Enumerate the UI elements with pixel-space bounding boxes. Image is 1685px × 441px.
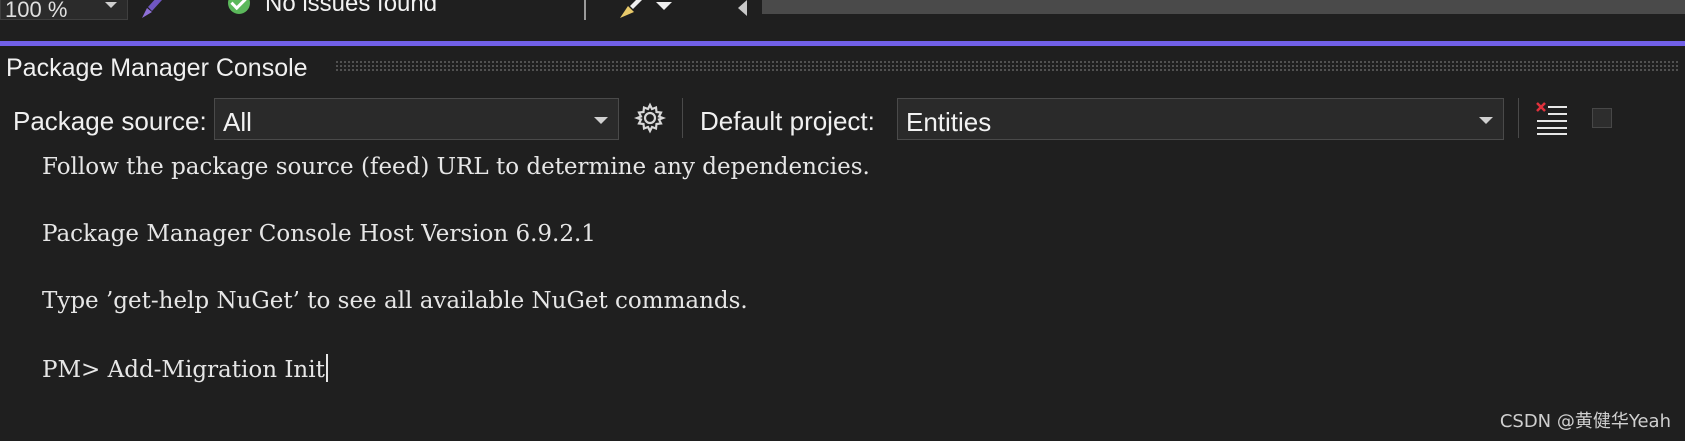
default-project-select[interactable]: Entities <box>897 98 1504 140</box>
console-output[interactable]: Follow the package source (feed) URL to … <box>0 146 1685 441</box>
watermark: CSDN @黄健华Yeah <box>1499 411 1671 432</box>
horizontal-scrollbar[interactable] <box>762 0 1685 14</box>
chevron-down-icon <box>594 117 608 124</box>
package-source-select[interactable]: All <box>214 98 619 140</box>
package-source-label: Package source: <box>13 106 207 136</box>
default-project-value: Entities <box>906 107 992 137</box>
text-cursor <box>325 354 328 382</box>
console-command-input[interactable]: Add-Migration Init <box>108 357 325 383</box>
clear-console-icon[interactable] <box>1534 100 1570 136</box>
chevron-down-icon <box>105 2 117 8</box>
editor-status-strip: 100 % No issues found <box>0 0 1685 22</box>
status-divider <box>584 0 586 20</box>
panel-title: Package Manager Console <box>6 54 308 82</box>
success-check-icon <box>228 0 250 14</box>
stop-command-icon[interactable] <box>1592 108 1612 128</box>
console-line: Package Manager Console Host Version 6.9… <box>42 221 596 247</box>
zoom-value: 100 % <box>5 0 68 22</box>
paint-brush-icon[interactable] <box>138 0 164 20</box>
package-source-value: All <box>223 107 252 137</box>
console-prompt-line[interactable]: PM> Add-Migration Init <box>42 354 328 383</box>
drag-grip[interactable] <box>335 60 1680 72</box>
console-prompt: PM> <box>42 357 108 383</box>
toolbar-divider <box>682 98 683 138</box>
console-line: Type ’get-help NuGet’ to see all availab… <box>42 288 748 314</box>
zoom-dropdown[interactable]: 100 % <box>0 0 128 22</box>
cleanup-broom-icon[interactable] <box>618 0 644 20</box>
toolbar-divider <box>1518 98 1519 138</box>
chevron-down-icon[interactable] <box>656 2 672 10</box>
default-project-label: Default project: <box>700 106 875 136</box>
panel-title-bar[interactable]: Package Manager Console <box>0 46 1685 90</box>
scroll-left-icon[interactable] <box>738 0 747 16</box>
chevron-down-icon <box>1479 117 1493 124</box>
settings-gear-icon[interactable] <box>634 102 666 134</box>
console-toolbar: Package source: All Default project: Ent… <box>0 90 1685 146</box>
console-line: Follow the package source (feed) URL to … <box>42 154 870 180</box>
issues-status-text[interactable]: No issues found <box>265 0 437 18</box>
